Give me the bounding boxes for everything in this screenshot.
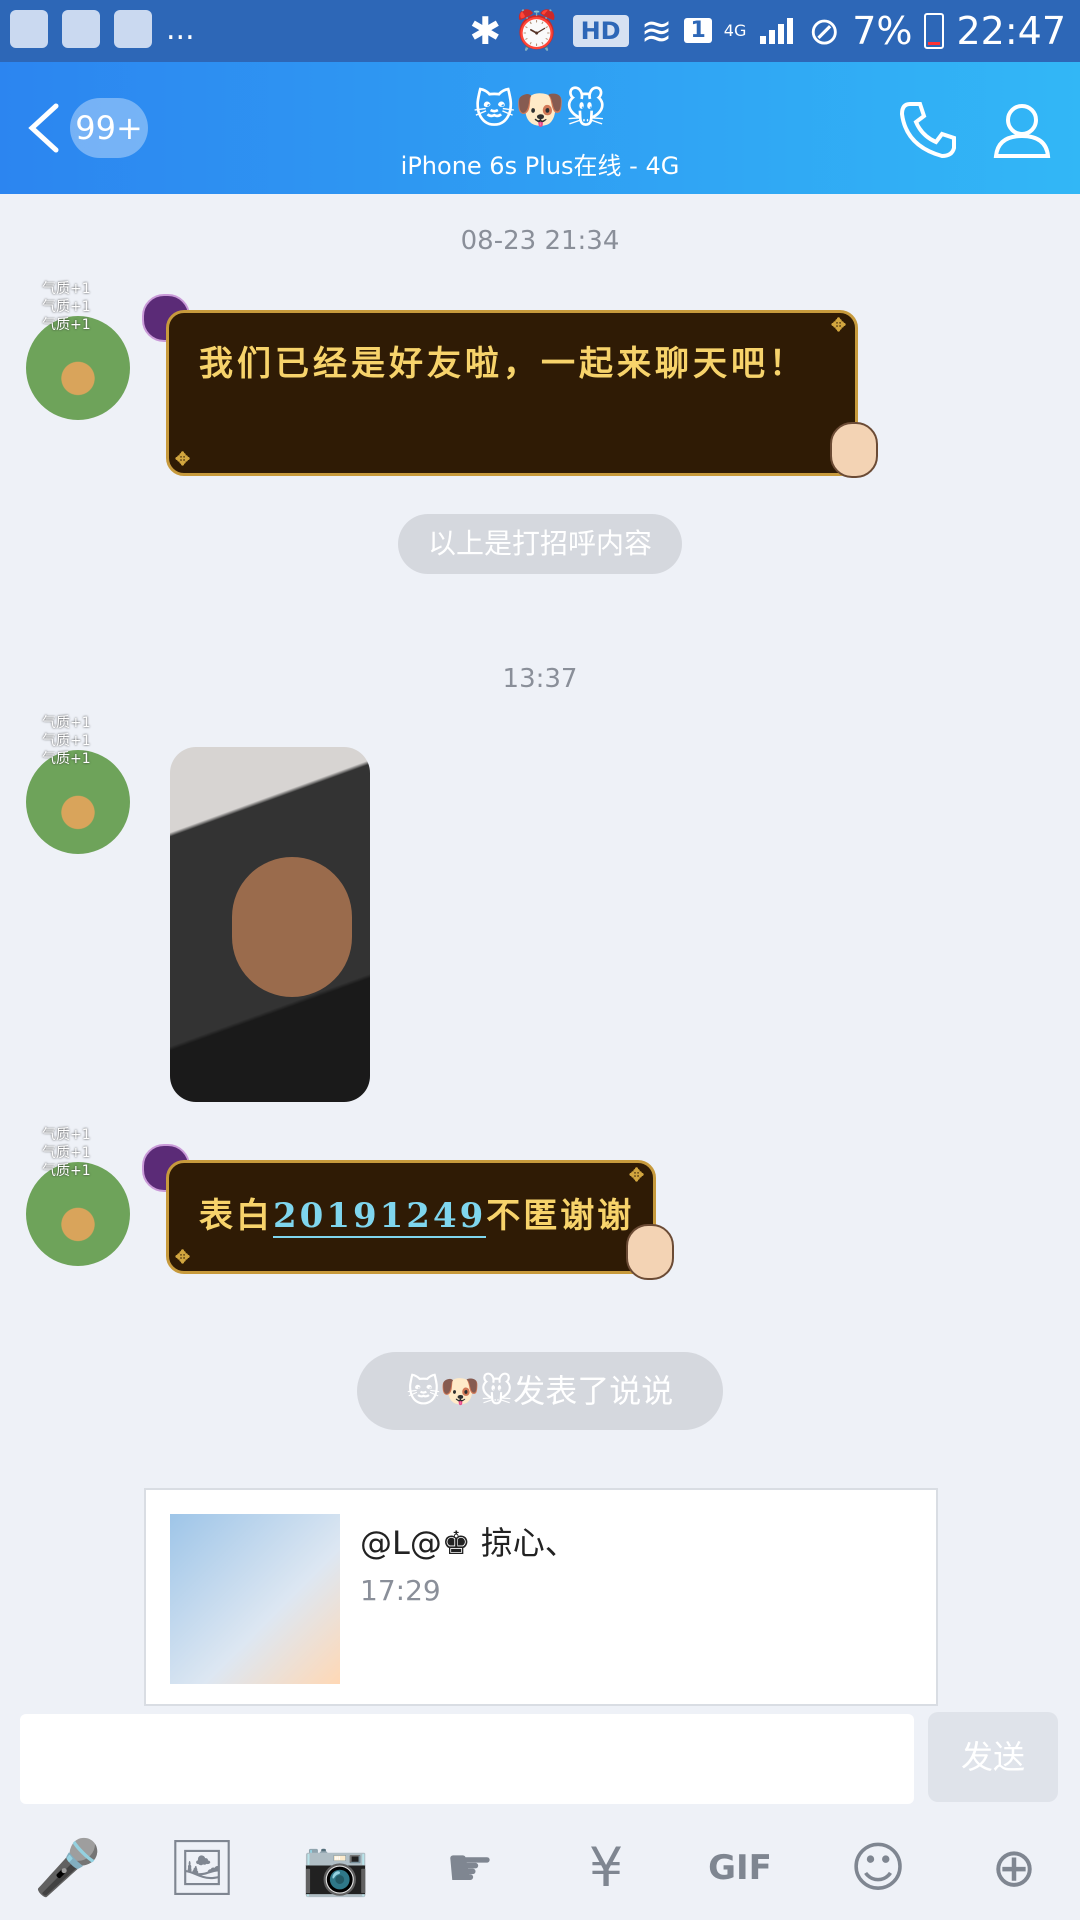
shared-post-thumbnail — [170, 1514, 340, 1684]
image-icon[interactable]: 🖼 — [162, 1828, 242, 1908]
avatar-decoration: 气质+1 气质+1 气质+1 — [42, 281, 91, 333]
message-input[interactable] — [20, 1714, 914, 1804]
news-icon — [62, 10, 100, 48]
chat-area[interactable]: 08-23 21:34 气质+1 气质+1 气质+1 我们已经是好友啦，一起来聊天吧… — [0, 194, 1080, 1710]
chat-header: 99+ 🐱🐶🐭 iPhone 6s Plus在线 - 4G — [0, 62, 1080, 194]
wifi-icon: ≋ — [640, 8, 673, 53]
shared-post-author: @L@♚ 掠心、 — [360, 1524, 577, 1562]
app-icon — [10, 10, 48, 48]
more-notifications: ... — [166, 11, 195, 47]
signal-icon — [760, 17, 794, 44]
plus-icon[interactable]: ⊕ — [974, 1828, 1054, 1908]
avatar-decoration: 气质+1 气质+1 气质+1 — [42, 1127, 91, 1179]
corner-ornament-icon: ✥ — [831, 315, 847, 336]
photo-subject — [232, 857, 352, 997]
sim-badge: 1 — [684, 18, 712, 43]
emoji-icon[interactable]: ☺ — [838, 1828, 918, 1908]
network-type: 4G — [723, 21, 747, 40]
shared-post-time: 17:29 — [360, 1574, 441, 1607]
camera-icon[interactable]: 📷 — [296, 1828, 376, 1908]
microphone-icon[interactable]: 🎤 — [28, 1828, 108, 1908]
bubble-character-icon — [626, 1224, 674, 1280]
number-link[interactable]: 20191249 — [273, 1196, 487, 1238]
red-packet-icon[interactable]: ¥ — [566, 1828, 646, 1908]
status-bar: ... ✱ ⏰ HD ≋ 1 4G ⊘ 7% 22:47 — [0, 0, 1080, 62]
avatar-decoration: 气质+1 气质+1 气质+1 — [42, 715, 91, 767]
battery-percent: 7% — [852, 8, 913, 53]
bluetooth-icon: ✱ — [469, 8, 502, 53]
profile-icon[interactable] — [990, 98, 1054, 162]
message-text: 表白20191249不匿谢谢 — [199, 1189, 634, 1243]
battery-icon — [924, 12, 945, 49]
send-button[interactable]: 发送 — [928, 1712, 1058, 1802]
message-text-part: 表白 — [199, 1196, 273, 1236]
message-bubble[interactable]: 表白20191249不匿谢谢 ✥ ✥ — [166, 1160, 656, 1274]
alarm-icon: ⏰ — [513, 8, 561, 52]
bubble-character-icon — [830, 422, 878, 478]
timestamp: 13:37 — [502, 664, 578, 694]
photo-message[interactable] — [170, 747, 370, 1102]
timestamp: 08-23 21:34 — [460, 226, 620, 256]
poke-icon[interactable]: ☛ — [430, 1828, 510, 1908]
toolbar: 🎤 🖼 📷 ☛ ¥ GIF ☺ ⊕ — [0, 1828, 1080, 1912]
shared-post-card[interactable]: @L@♚ 掠心、 17:29 — [144, 1488, 938, 1706]
share-notice: 🐱🐶🐭发表了说说 — [357, 1352, 723, 1430]
gallery-icon — [114, 10, 152, 48]
corner-ornament-icon: ✥ — [175, 1247, 191, 1268]
message-bubble[interactable]: 我们已经是好友啦，一起来聊天吧！ ✥ ✥ — [166, 310, 858, 476]
gif-icon[interactable]: GIF — [700, 1828, 780, 1908]
dnd-icon: ⊘ — [808, 8, 841, 53]
input-bar: 发送 🎤 🖼 📷 ☛ ¥ GIF ☺ ⊕ — [0, 1710, 1080, 1920]
phone-icon[interactable] — [896, 98, 960, 162]
corner-ornament-icon: ✥ — [175, 449, 191, 470]
corner-ornament-icon: ✥ — [629, 1165, 645, 1186]
greeting-notice: 以上是打招呼内容 — [398, 514, 682, 574]
message-text: 我们已经是好友啦，一起来聊天吧！ — [199, 344, 807, 384]
message-text-part: 不匿谢谢 — [486, 1196, 635, 1236]
hd-badge: HD — [572, 14, 629, 47]
clock: 22:47 — [956, 8, 1066, 53]
